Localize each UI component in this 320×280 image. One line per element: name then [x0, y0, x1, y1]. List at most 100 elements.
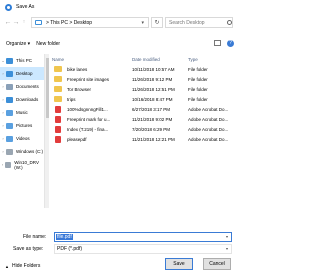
file-row[interactable]: Freeprint site images 11/26/2018 9:12 PM F…	[52, 74, 240, 84]
search-input[interactable]	[169, 19, 225, 26]
file-date-cell: 10/11/2018 10:57 AM	[132, 66, 175, 72]
chevron-down-icon[interactable]: ▾	[226, 234, 228, 239]
music-icon	[6, 109, 13, 116]
file-name-cell: 100%dsgnnngFill1...	[52, 105, 132, 113]
sidebar-item-label: Videos	[16, 136, 30, 141]
file-name-text: Freeprint mark for u...	[67, 116, 111, 122]
search-icon	[227, 20, 232, 25]
file-date-cell: 6/27/2018 3:17 PM	[132, 106, 171, 112]
folder-icon	[54, 76, 62, 82]
file-name-text: Tor Browser	[67, 86, 92, 92]
file-row[interactable]: Freeprint mark for u... 11/21/2018 9:02 P…	[52, 114, 240, 124]
new-folder-button[interactable]: New folder	[36, 41, 60, 47]
file-name-text: Index (T.219) - fina...	[67, 126, 109, 132]
pdf-icon	[55, 115, 61, 123]
computer-icon	[35, 20, 42, 25]
sidebar-item[interactable]: › Videos	[0, 132, 44, 145]
file-row[interactable]: trips 10/16/2018 8:47 PM File folder	[52, 94, 240, 104]
file-date-cell: 7/20/2018 6:29 PM	[132, 126, 171, 132]
save-type-value: PDF (*.pdf)	[57, 246, 83, 252]
folder-icon	[54, 66, 62, 72]
file-date-cell: 10/16/2018 8:47 PM	[132, 96, 173, 102]
address-path: > This PC > Desktop	[46, 19, 93, 26]
sidebar-item[interactable]: › Win10_DRV (W:)	[0, 158, 44, 171]
save-type-label: Save as type:	[13, 246, 44, 252]
folder-icon	[54, 96, 62, 102]
navigation-scrollbar[interactable]	[45, 54, 49, 208]
sidebar-item[interactable]: › Music	[0, 106, 44, 119]
sidebar-item[interactable]: ⌄ This PC	[0, 54, 44, 67]
file-name-cell: Freeprint site images	[52, 76, 132, 82]
file-name-cell: Index (T.219) - fina...	[52, 125, 132, 133]
column-header-name[interactable]: Name	[52, 57, 132, 62]
file-row[interactable]: Index (T.219) - fina... 7/20/2018 6:29 PM…	[52, 124, 240, 134]
title-bar: Save As	[0, 0, 240, 14]
hide-folders-toggle[interactable]: ▲ Hide Folders	[5, 263, 40, 269]
file-name-label: File name:	[23, 234, 47, 240]
forward-arrow-icon[interactable]: →	[12, 18, 20, 27]
drive-icon	[6, 148, 13, 155]
sidebar-item-label: Pictures	[16, 123, 33, 128]
file-name-cell: Freeprint mark for u...	[52, 115, 132, 123]
pdf-icon	[55, 125, 61, 133]
address-row: ← → ↑ > This PC > Desktop ▾ ↻	[0, 16, 240, 30]
sidebar-item[interactable]: › Documents	[0, 80, 44, 93]
column-header-date[interactable]: Date modified	[132, 57, 188, 62]
file-row[interactable]: bike lanes 10/11/2018 10:57 AM File folder	[52, 64, 240, 74]
scrollbar-thumb[interactable]	[45, 58, 49, 118]
file-row[interactable]: pleasepdf 11/21/2018 12:21 PM Adobe Acroba…	[52, 134, 240, 144]
file-row[interactable]: Tor Browser 11/26/2018 12:51 PM File folde…	[52, 84, 240, 94]
file-list: Name Date modified Type bike lanes 10/11/…	[52, 54, 240, 208]
drive-icon	[5, 161, 12, 168]
file-date-cell: 11/26/2018 12:51 PM	[132, 86, 175, 92]
file-date-cell: 11/26/2018 9:12 PM	[132, 76, 173, 82]
sidebar-item-label: Documents	[16, 84, 39, 89]
videos-icon	[6, 135, 13, 142]
up-arrow-icon[interactable]: ↑	[20, 18, 28, 27]
address-bar[interactable]: > This PC > Desktop ▾	[31, 17, 149, 28]
file-name-value[interactable]: file.pdf	[56, 234, 73, 240]
desktop-icon	[6, 70, 13, 77]
file-name-text: trips	[67, 96, 76, 102]
navigation-pane: ⌄ This PC › Desktop › Documents › Downloads › Mus…	[0, 54, 44, 208]
view-options-icon[interactable]	[214, 40, 221, 46]
folder-icon	[54, 86, 62, 92]
save-as-app-icon	[5, 3, 12, 11]
toolbar: Organize ▾ New folder ?	[0, 38, 240, 50]
file-type-cell: Adobe Acrobat Do...	[188, 136, 229, 142]
chevron-down-icon[interactable]: ▾	[226, 246, 228, 251]
organize-button[interactable]: Organize ▾	[6, 41, 30, 47]
file-row[interactable]: 100%dsgnnngFill1... 6/27/2018 3:17 PM Adob…	[52, 104, 240, 114]
file-date-cell: 11/21/2018 12:21 PM	[132, 136, 175, 142]
cancel-button[interactable]: Cancel	[203, 258, 231, 270]
pdf-icon	[55, 105, 61, 113]
column-header-type[interactable]: Type	[188, 57, 240, 62]
downloads-icon	[6, 96, 13, 103]
save-button[interactable]: Save	[165, 258, 193, 270]
sidebar-item[interactable]: › Desktop	[0, 67, 44, 80]
file-name-cell: pleasepdf	[52, 135, 132, 143]
search-box[interactable]	[165, 17, 233, 28]
back-arrow-icon[interactable]: ←	[4, 18, 12, 27]
hide-folders-label: Hide Folders	[11, 263, 41, 269]
documents-icon	[6, 83, 13, 90]
sidebar-item-label: Desktop	[16, 71, 33, 76]
file-name-field[interactable]: file.pdf ▾	[54, 232, 232, 242]
file-type-cell: Adobe Acrobat Do...	[188, 126, 229, 132]
file-type-cell: File folder	[188, 86, 208, 92]
file-name-text: 100%dsgnnngFill1...	[67, 106, 108, 112]
file-name-text: pleasepdf	[67, 136, 87, 142]
chevron-up-icon: ▲	[5, 263, 9, 269]
refresh-icon[interactable]: ↻	[151, 17, 163, 28]
sidebar-item[interactable]: › Windows (C:)	[0, 145, 44, 158]
sidebar-item[interactable]: › Pictures	[0, 119, 44, 132]
file-type-cell: Adobe Acrobat Do...	[188, 106, 229, 112]
sidebar-item[interactable]: › Downloads	[0, 93, 44, 106]
file-type-cell: File folder	[188, 66, 208, 72]
file-name-cell: Tor Browser	[52, 86, 132, 92]
help-icon[interactable]: ?	[227, 40, 234, 47]
chevron-down-icon[interactable]: ▾	[141, 20, 144, 26]
save-type-select[interactable]: PDF (*.pdf) ▾	[54, 244, 232, 254]
file-name-cell: bike lanes	[52, 66, 132, 72]
file-name-text: bike lanes	[67, 66, 88, 72]
